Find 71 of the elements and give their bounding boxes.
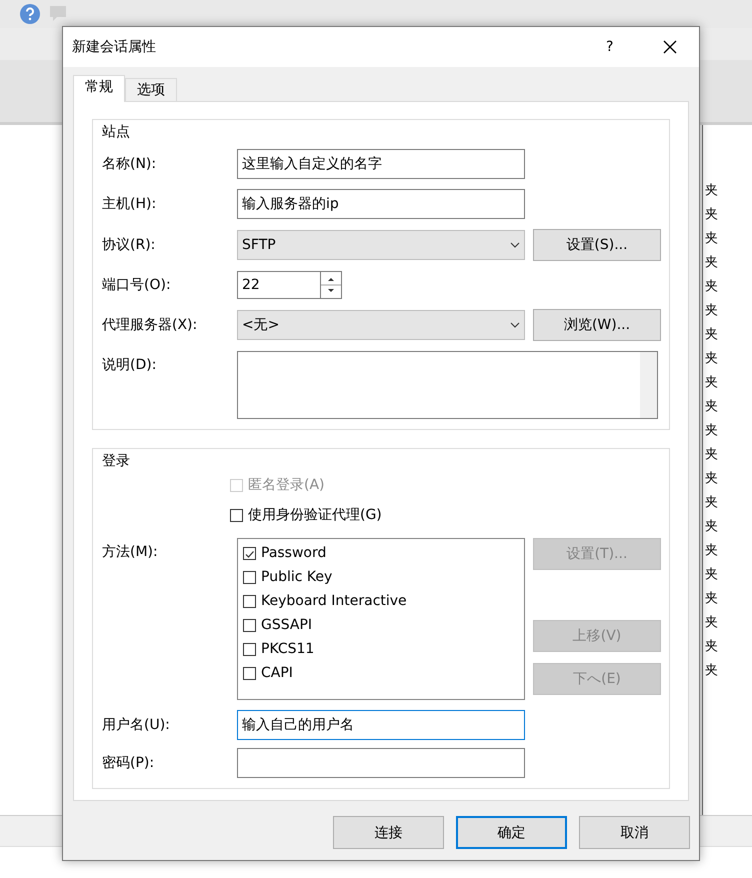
close-icon[interactable] bbox=[663, 40, 677, 54]
list-text: 夹 bbox=[705, 447, 718, 464]
list-text: 夹 bbox=[705, 375, 718, 392]
text-field[interactable]: 输入自己的用户名 bbox=[237, 710, 525, 740]
list-text: 夹 bbox=[705, 255, 718, 272]
checkbox[interactable] bbox=[243, 570, 256, 584]
checkbox[interactable] bbox=[243, 666, 256, 680]
scrollbar bbox=[640, 352, 657, 418]
method-list[interactable]: Password Public Key Keyboard Interactive GSSAPI PKCS11 CAPI bbox=[237, 538, 525, 700]
dropdown[interactable]: SFTP bbox=[237, 230, 525, 260]
checkbox-label: GSSAPI bbox=[261, 617, 312, 633]
list-text: 夹 bbox=[705, 231, 718, 248]
dialog-title: 新建会话属性 bbox=[72, 38, 157, 56]
dropdown-value: SFTP bbox=[242, 237, 276, 253]
button[interactable]: 确定 bbox=[456, 816, 567, 849]
checkbox[interactable] bbox=[243, 618, 256, 632]
list-text: 夹 bbox=[705, 399, 718, 416]
text-field[interactable]: 这里输入自定义的名字 bbox=[237, 149, 525, 179]
group-title: 站点 bbox=[102, 123, 131, 141]
button[interactable]: 设置(S)... bbox=[533, 229, 661, 261]
checkbox-label: Keyboard Interactive bbox=[261, 593, 407, 609]
tab[interactable]: 选项 bbox=[125, 78, 177, 101]
number-field[interactable]: 22 bbox=[237, 271, 321, 299]
list-text: 夹 bbox=[705, 567, 718, 584]
list-text: 夹 bbox=[705, 663, 718, 680]
button[interactable]: 连接 bbox=[333, 816, 444, 849]
field-label: 端口号(O): bbox=[102, 276, 172, 295]
field-label: 用户名(U): bbox=[102, 716, 171, 735]
list-text: 夹 bbox=[705, 423, 718, 440]
field-label: 代理服务器(X): bbox=[102, 316, 198, 335]
list-text: 夹 bbox=[705, 303, 718, 320]
checkbox[interactable] bbox=[243, 642, 256, 656]
checkbox[interactable] bbox=[243, 594, 256, 608]
dropdown-value: <无> bbox=[242, 316, 280, 334]
checkbox-label: CAPI bbox=[261, 665, 293, 681]
list-text: 夹 bbox=[705, 639, 718, 656]
list-text: 夹 bbox=[705, 495, 718, 512]
list-text: 夹 bbox=[705, 207, 718, 224]
checkbox-label: 匿名登录(A) bbox=[248, 476, 325, 494]
help-icon[interactable] bbox=[20, 4, 40, 24]
text-field[interactable]: 输入服务器的ip bbox=[237, 189, 525, 219]
checkbox[interactable] bbox=[243, 546, 256, 560]
list-text: 夹 bbox=[705, 543, 718, 560]
checkbox[interactable] bbox=[230, 508, 243, 522]
list-text: 夹 bbox=[705, 519, 718, 536]
group-title: 登录 bbox=[102, 452, 131, 470]
checkbox-label: PKCS11 bbox=[261, 641, 314, 657]
list-text: 夹 bbox=[705, 183, 718, 200]
checkbox-label: 使用身份验证代理(G) bbox=[248, 506, 382, 524]
list-text: 夹 bbox=[705, 591, 718, 608]
text-field[interactable] bbox=[237, 748, 525, 778]
button[interactable]: 浏览(W)... bbox=[533, 309, 661, 341]
field-label: 名称(N): bbox=[102, 155, 158, 174]
list-text: 夹 bbox=[705, 471, 718, 488]
checkbox-label: Password bbox=[261, 545, 326, 561]
list-text: 夹 bbox=[705, 615, 718, 632]
field-label: 说明(D): bbox=[102, 356, 158, 375]
list-text: 夹 bbox=[705, 327, 718, 344]
checkbox-label: Public Key bbox=[261, 569, 332, 585]
tab[interactable]: 常规 bbox=[73, 75, 125, 102]
help-button[interactable]: ? bbox=[606, 39, 626, 55]
field-label: 方法(M): bbox=[102, 543, 159, 562]
text-area[interactable] bbox=[237, 351, 658, 419]
button[interactable]: 取消 bbox=[579, 816, 690, 849]
list-text: 夹 bbox=[705, 279, 718, 296]
spinner[interactable] bbox=[321, 271, 342, 299]
field-label: 密码(P): bbox=[102, 754, 156, 773]
field-label: 主机(H): bbox=[102, 195, 158, 214]
field-label: 协议(R): bbox=[102, 236, 156, 255]
list-text: 夹 bbox=[705, 351, 718, 368]
dropdown[interactable]: <无> bbox=[237, 310, 525, 340]
